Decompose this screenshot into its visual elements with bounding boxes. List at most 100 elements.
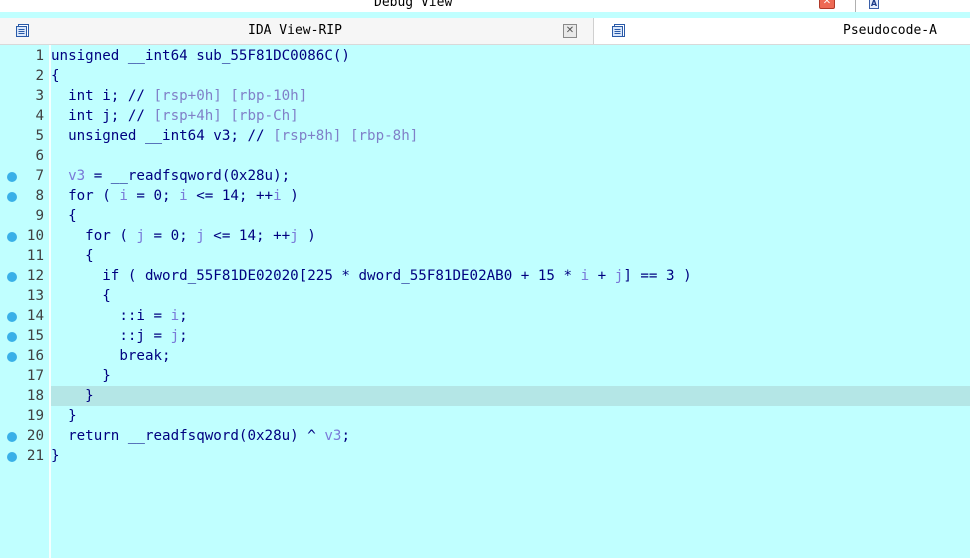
code-token: { [68,208,77,224]
hex-view-icon[interactable]: A [869,0,879,9]
code-line[interactable]: 2{ [0,66,970,86]
code-line[interactable]: 13 { [0,286,970,306]
code-token: unsigned __int64 v3; // [68,128,274,144]
tab-pseudocode[interactable]: Pseudocode-A [595,18,970,44]
code-line[interactable]: 1 unsigned __int64 sub_55F81DC0086C() [0,46,970,66]
tab-close-icon[interactable]: ✕ [563,24,577,38]
code-text: { [51,286,111,306]
code-line[interactable]: 14 ::i = i; [0,306,970,326]
code-text: int j; // [rsp+4h] [rbp-Ch] [51,106,299,126]
tab-ida-view-label: IDA View-RIP [248,23,342,38]
code-token: = 0; [127,188,180,204]
code-token: ) [298,228,316,244]
line-number: 1 [35,48,44,64]
code-token: ] == 3 ) [623,268,692,284]
code-line[interactable]: 19 } [0,406,970,426]
code-token: ::j = [119,328,171,344]
tab-pseudocode-label: Pseudocode-A [843,23,937,38]
document-icon [16,24,29,37]
code-line[interactable]: 7 v3 = __readfsqword(0x28u); [0,166,970,186]
code-token: } [102,368,111,384]
code-variable: j [170,328,180,344]
line-number: 7 [35,168,44,184]
code-line[interactable]: 4 int j; // [rsp+4h] [rbp-Ch] [0,106,970,126]
code-line[interactable]: 10 for ( j = 0; j <= 14; ++j ) [0,226,970,246]
code-variable: j [196,228,205,244]
code-token: + [589,268,615,284]
code-token: for ( [85,228,137,244]
code-token: { [51,68,60,84]
code-line[interactable]: 17 } [0,366,970,386]
line-number: 20 [26,428,44,444]
code-text: unsigned __int64 sub_55F81DC0086C() [51,46,350,66]
line-number: 17 [26,368,44,384]
code-token: ; [179,308,188,324]
code-text: } [51,386,94,406]
code-token: ) [281,188,299,204]
code-comment: [rsp+4h] [rbp-Ch] [153,108,299,124]
pseudocode-editor[interactable]: 1 unsigned __int64 sub_55F81DC0086C() 2{3 … [0,45,970,558]
tab-ida-view[interactable]: IDA View-RIP ✕ [0,18,594,44]
code-text: } [51,366,111,386]
code-line[interactable]: 18 } [0,386,970,406]
line-number: 11 [26,248,44,264]
code-text: ::j = j; [51,326,187,346]
code-line[interactable]: 5 unsigned __int64 v3; // [rsp+8h] [rbp-… [0,126,970,146]
code-token: <= 14; ++ [204,228,291,244]
debug-view-title: Debug View [374,0,453,10]
code-token: } [68,408,77,424]
code-variable: j [136,228,145,244]
line-number: 21 [26,448,44,464]
divider [855,0,856,12]
line-number: 3 [35,88,44,104]
code-token: unsigned __int64 sub_55F81DC0086C() [51,48,350,64]
code-token: if ( dword_55F81DE02020[225 * dword_55F8… [102,268,581,284]
code-token: return __readfsqword(0x28u) ^ [68,428,325,444]
code-line[interactable]: 11 { [0,246,970,266]
code-token: = 0; [144,228,197,244]
code-variable: i [170,308,180,324]
line-number: 15 [26,328,44,344]
code-token: { [85,248,94,264]
code-line[interactable]: 21} [0,446,970,466]
code-line[interactable]: 6 [0,146,970,166]
code-line[interactable]: 20 return __readfsqword(0x28u) ^ v3; [0,426,970,446]
code-line[interactable]: 3 int i; // [rsp+0h] [rbp-10h] [0,86,970,106]
debug-view-close-icon[interactable]: ✕ [819,0,835,9]
code-line[interactable]: 9 { [0,206,970,226]
line-number: 13 [26,288,44,304]
code-line[interactable]: 15 ::j = j; [0,326,970,346]
code-text: } [51,406,77,426]
code-line[interactable]: 12 if ( dword_55F81DE02020[225 * dword_5… [0,266,970,286]
code-token: int i; // [68,88,154,104]
debug-view-titlebar: Debug View ✕ A [0,0,970,12]
code-text: } [51,446,60,466]
code-text: { [51,66,60,86]
line-number: 14 [26,308,44,324]
code-token: int j; // [68,108,154,124]
line-number: 9 [35,208,44,224]
line-number: 5 [35,128,44,144]
code-token: for ( [68,188,120,204]
line-number: 18 [26,388,44,404]
code-line[interactable]: 8 for ( i = 0; i <= 14; ++i ) [0,186,970,206]
code-line[interactable]: 16 break; [0,346,970,366]
code-text: return __readfsqword(0x28u) ^ v3; [51,426,350,446]
code-comment: [rsp+0h] [rbp-10h] [153,88,308,104]
code-variable: i [179,188,188,204]
code-text: { [51,206,77,226]
line-number: 4 [35,108,44,124]
line-number: 8 [35,188,44,204]
